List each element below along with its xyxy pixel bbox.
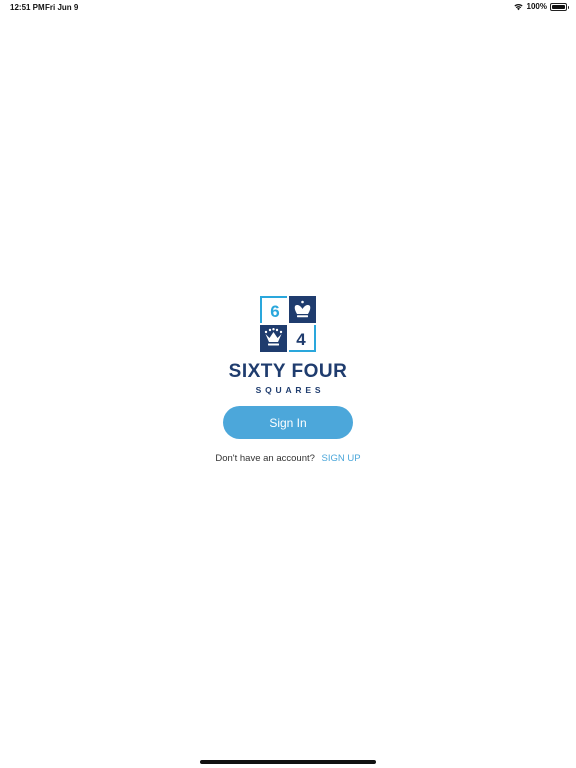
battery-icon	[550, 2, 569, 11]
sign-in-button[interactable]: Sign In	[223, 406, 353, 439]
brand-subtitle: SQUARES	[255, 385, 325, 395]
logo-digit-six: 6	[270, 302, 279, 321]
logo-digit-four: 4	[296, 330, 306, 349]
wifi-icon	[513, 4, 523, 11]
login-screen: 12:51 PM Fri Jun 9 100% 6 4 SIXTY FOUR S…	[0, 0, 576, 768]
sign-up-link[interactable]: SIGN UP	[322, 453, 361, 464]
home-indicator[interactable]	[200, 760, 376, 764]
battery-percentage: 100%	[526, 2, 547, 11]
status-indicators: 100%	[513, 2, 569, 11]
sixty-four-squares-logo: 6 4	[260, 296, 316, 352]
status-date: Fri Jun 9	[45, 3, 79, 12]
brand-title: SIXTY FOUR	[228, 361, 348, 382]
status-time: 12:51 PM	[10, 3, 45, 12]
status-bar: 12:51 PM Fri Jun 9 100%	[0, 0, 576, 16]
signup-prompt: Don't have an account?	[215, 453, 315, 464]
signup-row: Don't have an account? SIGN UP	[0, 453, 576, 464]
